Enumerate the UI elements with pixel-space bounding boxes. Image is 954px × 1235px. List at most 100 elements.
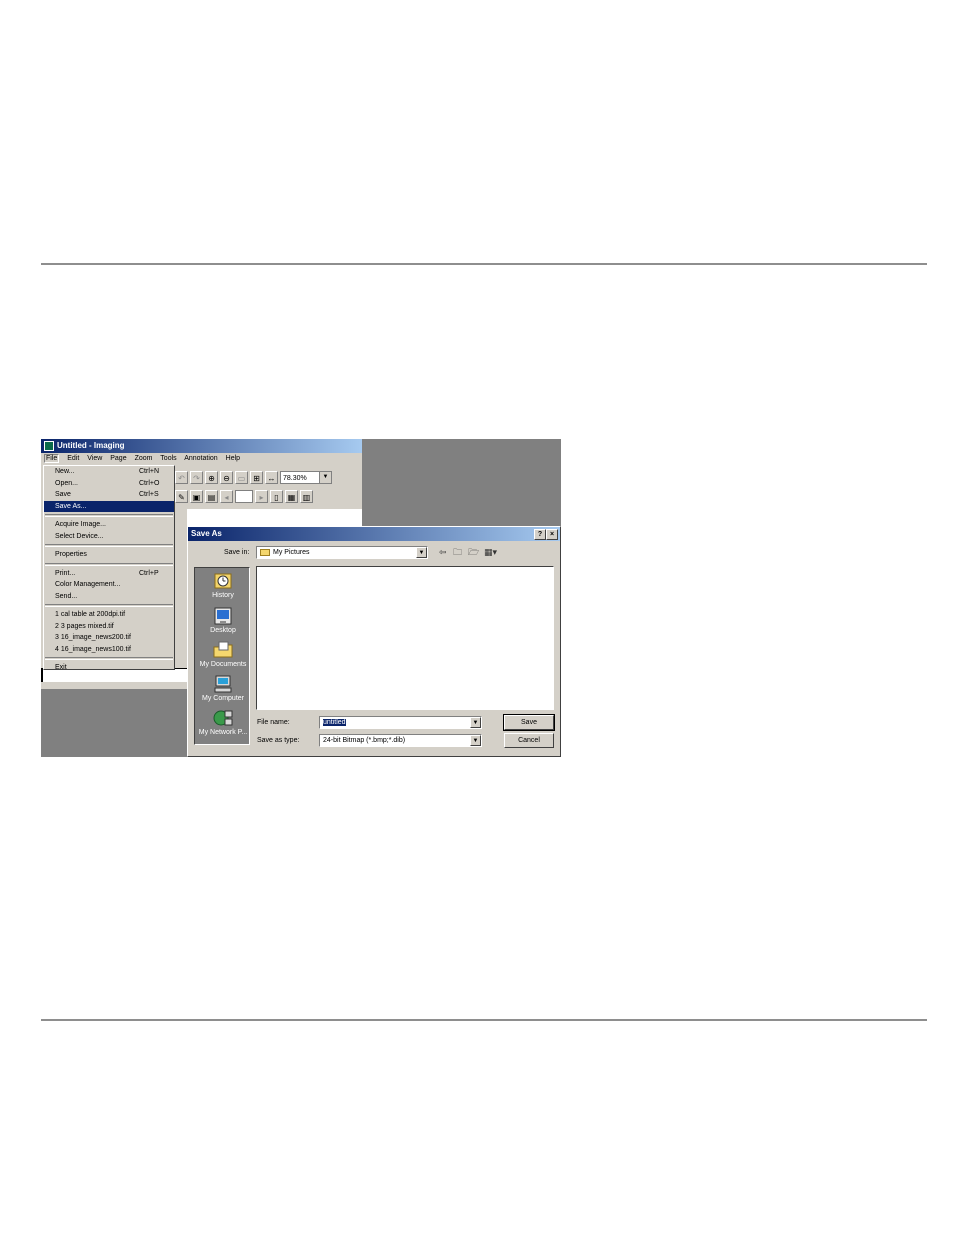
- my-computer-icon: [214, 675, 232, 693]
- menu-item-color-management[interactable]: Color Management...: [44, 579, 174, 591]
- page-thumbnail-icon[interactable]: ▥: [300, 489, 313, 503]
- save-as-type-dropdown[interactable]: 24-bit Bitmap (*.bmp;*.dib) ▼: [319, 734, 482, 747]
- my-documents-icon: [213, 641, 233, 658]
- bottom-divider: [41, 1019, 927, 1021]
- best-fit-icon[interactable]: ⊞: [250, 470, 263, 484]
- menu-item-label: Exit: [55, 664, 67, 671]
- place-label: History: [212, 592, 234, 599]
- save-in-label: Save in:: [224, 549, 250, 556]
- toolbar-secondary: ✎ ▣ ▤ ◂ ▸ ▯ ▦ ▥: [175, 488, 313, 504]
- fit-width-icon[interactable]: ↔: [265, 470, 278, 484]
- menu-view[interactable]: View: [87, 455, 102, 462]
- menu-item-save-as[interactable]: Save As...: [44, 500, 174, 512]
- undo-icon[interactable]: ↶: [175, 470, 188, 484]
- zoom-out-icon[interactable]: ⊖: [220, 470, 233, 484]
- scan-icon[interactable]: ▣: [190, 489, 203, 503]
- chevron-down-icon: ▼: [470, 735, 481, 746]
- new-folder-icon[interactable]: 🗁: [468, 547, 479, 557]
- place-my-documents[interactable]: My Documents: [195, 641, 251, 668]
- my-network-places-icon: [213, 710, 233, 726]
- menu-zoom[interactable]: Zoom: [135, 455, 153, 462]
- menu-item-new[interactable]: New... Ctrl+N: [44, 466, 174, 478]
- menu-separator: [45, 657, 173, 660]
- up-folder-icon[interactable]: 🗀: [453, 547, 462, 557]
- place-desktop[interactable]: Desktop: [195, 607, 251, 634]
- menu-item-label: 3 16_image_news200.tif: [55, 634, 131, 641]
- menu-help[interactable]: Help: [226, 455, 240, 462]
- menu-item-label: Open...: [55, 479, 78, 487]
- one-page-icon[interactable]: ▯: [270, 489, 283, 503]
- menu-separator: [45, 562, 173, 566]
- menu-item-shortcut: Ctrl+P: [139, 569, 159, 577]
- menu-separator: [45, 514, 173, 517]
- menu-item-label: 2 3 pages mixed.tif: [55, 622, 114, 630]
- imaging-titlebar[interactable]: Untitled - Imaging: [41, 439, 362, 453]
- save-as-title: Save As: [191, 529, 222, 538]
- save-in-dropdown[interactable]: My Pictures ▼: [256, 546, 428, 559]
- zoom-select-icon[interactable]: ▭: [235, 470, 248, 484]
- help-button[interactable]: ?: [534, 529, 546, 540]
- save-button[interactable]: Save: [503, 714, 555, 731]
- thumbnail-icon[interactable]: ▦: [285, 489, 298, 503]
- menu-item-label: 1 cal table at 200dpi.tif: [55, 611, 126, 618]
- place-history[interactable]: History: [195, 572, 251, 599]
- menu-annotation[interactable]: Annotation: [184, 455, 217, 462]
- next-page-icon[interactable]: ▸: [255, 489, 268, 503]
- file-name-field[interactable]: untitled ▼: [319, 716, 482, 729]
- save-as-titlebar[interactable]: Save As ? ×: [188, 527, 560, 541]
- menu-item-properties[interactable]: Properties: [44, 549, 174, 561]
- menu-item-label: Properties: [55, 551, 87, 558]
- save-as-dialog: Save As ? × Save in: My Pictures ▼ ⇦ 🗀 🗁…: [187, 526, 561, 757]
- menu-page[interactable]: Page: [110, 455, 126, 462]
- chevron-down-icon: ▼: [319, 471, 331, 483]
- file-list[interactable]: [256, 566, 554, 710]
- file-menu: New... Ctrl+N Open... Ctrl+O Save Ctrl+S Sa…: [43, 465, 175, 671]
- menu-tools[interactable]: Tools: [160, 455, 176, 462]
- save-as-type-value: 24-bit Bitmap (*.bmp;*.dib): [323, 737, 406, 744]
- menu-item-print[interactable]: Print... Ctrl+P: [44, 568, 174, 580]
- previous-page-icon[interactable]: ◂: [220, 489, 233, 503]
- menu-item-recent-2[interactable]: 2 3 pages mixed.tif: [44, 621, 174, 633]
- menu-item-save[interactable]: Save Ctrl+S: [44, 489, 174, 501]
- places-bar: History Desktop My Documents My Computer…: [194, 567, 250, 745]
- menu-item-acquire-image[interactable]: Acquire Image...: [44, 519, 174, 531]
- menu-item-send[interactable]: Send...: [44, 591, 174, 603]
- view-menu-icon[interactable]: ▦▾: [484, 547, 497, 557]
- redo-icon[interactable]: ↷: [190, 470, 203, 484]
- back-arrow-icon[interactable]: ⇦: [439, 547, 447, 557]
- place-label: Desktop: [210, 627, 236, 634]
- menu-item-exit[interactable]: Exit: [44, 662, 174, 674]
- zoom-in-icon[interactable]: ⊕: [205, 470, 218, 484]
- cancel-button[interactable]: Cancel: [504, 733, 554, 748]
- menu-separator: [45, 604, 173, 607]
- save-as-type-label: Save as type:: [257, 737, 300, 744]
- menu-file[interactable]: File: [44, 454, 60, 463]
- menu-item-shortcut: Ctrl+N: [139, 468, 160, 475]
- folder-icon: [260, 548, 270, 556]
- page-number-field[interactable]: [235, 489, 253, 503]
- menu-bar: File Edit View Page Zoom Tools Annotatio…: [41, 453, 362, 465]
- place-label: My Network P...: [198, 729, 248, 736]
- file-name-label: File name:: [257, 719, 290, 726]
- desktop-icon: [214, 607, 232, 625]
- zoom-select[interactable]: 78.30% ▼: [280, 470, 332, 484]
- place-label: My Documents: [199, 661, 247, 668]
- place-my-network-places[interactable]: My Network P...: [195, 709, 251, 736]
- imaging-app-icon: [44, 440, 54, 451]
- menu-edit[interactable]: Edit: [67, 455, 79, 462]
- menu-item-label: Print...: [55, 569, 76, 577]
- menu-separator: [45, 544, 173, 547]
- menu-item-select-device[interactable]: Select Device...: [44, 531, 174, 543]
- menu-item-label: Save As...: [55, 502, 87, 510]
- file-name-value: untitled: [323, 719, 346, 726]
- menu-item-recent-4[interactable]: 4 16_image_news100.tif: [44, 644, 174, 656]
- menu-item-recent-3[interactable]: 3 16_image_news200.tif: [44, 632, 174, 644]
- menu-item-open[interactable]: Open... Ctrl+O: [44, 478, 174, 490]
- close-button[interactable]: ×: [546, 529, 558, 540]
- place-my-computer[interactable]: My Computer: [195, 675, 251, 702]
- annotation-toolbox-icon[interactable]: ✎: [175, 489, 188, 503]
- menu-item-label: Save: [55, 491, 71, 498]
- menu-item-recent-1[interactable]: 1 cal table at 200dpi.tif: [44, 609, 174, 621]
- place-label: My Computer: [201, 695, 244, 702]
- page-view-icon[interactable]: ▤: [205, 489, 218, 503]
